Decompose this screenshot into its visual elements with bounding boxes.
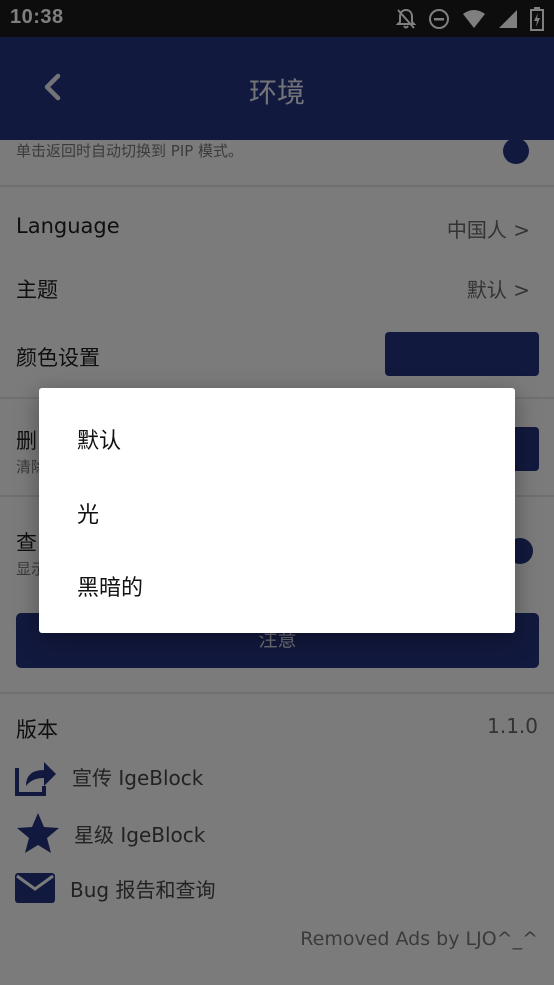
theme-dialog: 默认 光 黑暗的 <box>39 388 515 633</box>
theme-option-light[interactable]: 光 <box>77 497 99 529</box>
theme-option-default[interactable]: 默认 <box>77 423 121 455</box>
theme-option-dark[interactable]: 黑暗的 <box>77 570 143 602</box>
